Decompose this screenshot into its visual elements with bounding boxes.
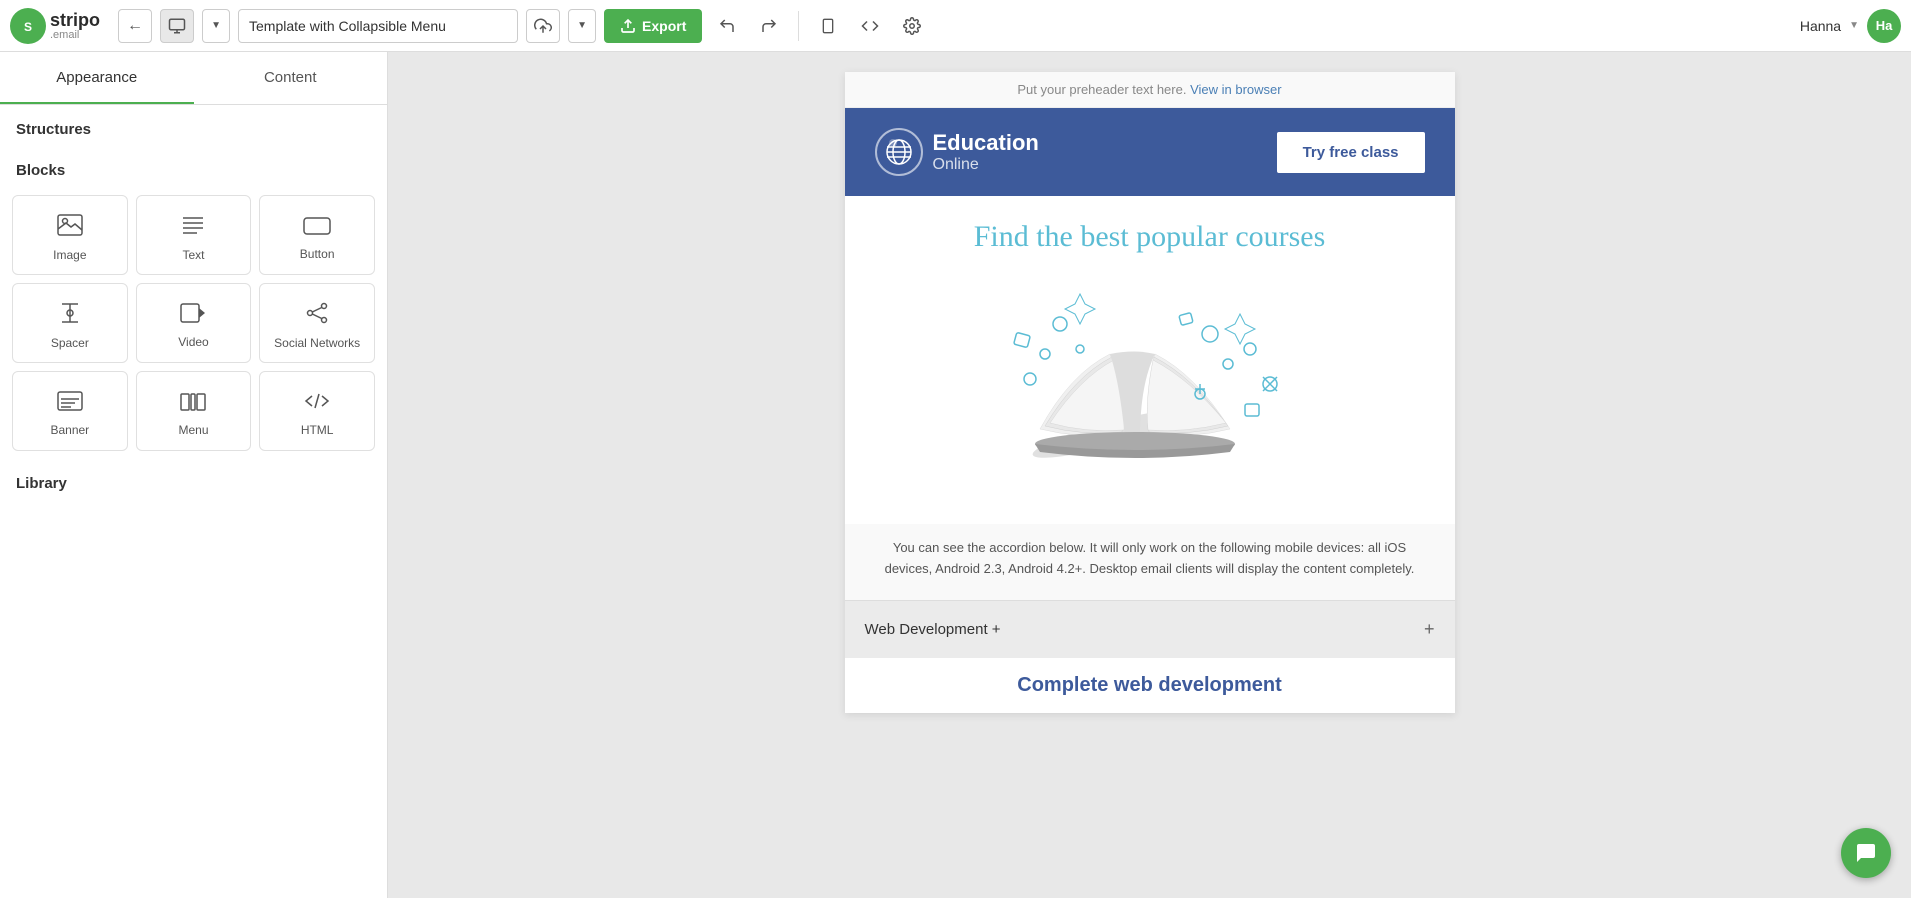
edu-subtitle: Online (933, 156, 1039, 174)
structures-title: Structures (0, 105, 387, 146)
email-header: Education Online Try free class (845, 108, 1455, 196)
canvas-area: Put your preheader text here. View in br… (388, 52, 1911, 898)
image-block-label: Image (53, 248, 86, 262)
book-svg (980, 274, 1320, 494)
undo-button[interactable] (710, 9, 744, 43)
spacer-block-icon (58, 302, 82, 330)
block-text[interactable]: Text (136, 195, 252, 275)
undo-icon (718, 17, 736, 35)
html-block-label: HTML (301, 423, 334, 437)
block-menu[interactable]: Menu (136, 371, 252, 451)
block-social[interactable]: Social Networks (259, 283, 375, 363)
complete-web-section: Complete web development (845, 658, 1455, 713)
export-icon (620, 18, 636, 34)
svg-text:S: S (24, 20, 32, 34)
accordion-description: You can see the accordion below. It will… (845, 524, 1455, 600)
code-view-button[interactable] (853, 9, 887, 43)
edu-logo: Education Online (875, 128, 1039, 176)
accordion-item-label: Web Development + (865, 621, 1001, 638)
blocks-grid: Image Text (0, 187, 387, 459)
banner-block-label: Banner (50, 423, 89, 437)
video-block-label: Video (178, 335, 208, 349)
user-menu[interactable]: Hanna ▼ Ha (1800, 9, 1901, 43)
try-free-button[interactable]: Try free class (1277, 132, 1425, 173)
video-block-icon (180, 303, 206, 329)
button-block-label: Button (300, 247, 335, 261)
settings-button[interactable] (895, 9, 929, 43)
back-button[interactable]: ← (118, 9, 152, 43)
main-layout: Appearance Content Structures Blocks Ima… (0, 52, 1911, 898)
preheader-text: Put your preheader text here. (1017, 82, 1186, 97)
edu-title: Education (933, 130, 1039, 156)
spacer-block-label: Spacer (51, 336, 89, 350)
view-in-browser-link[interactable]: View in browser (1190, 82, 1282, 97)
code-icon (861, 17, 879, 35)
chat-bubble-button[interactable] (1841, 828, 1891, 878)
button-block-icon (303, 215, 331, 241)
template-name-input[interactable] (238, 9, 518, 43)
book-illustration (865, 264, 1435, 514)
chat-icon (1854, 841, 1878, 865)
social-block-icon (305, 302, 329, 330)
redo-icon (760, 17, 778, 35)
logo-name: stripo (50, 11, 100, 29)
sidebar-tabs: Appearance Content (0, 52, 387, 105)
tab-content[interactable]: Content (194, 52, 388, 104)
export-label: Export (642, 18, 686, 34)
block-image[interactable]: Image (12, 195, 128, 275)
html-block-icon (304, 391, 330, 417)
block-banner[interactable]: Banner (12, 371, 128, 451)
preheader-bar: Put your preheader text here. View in br… (845, 72, 1455, 108)
tab-appearance[interactable]: Appearance (0, 52, 194, 104)
upload-dropdown-button[interactable]: ▼ (568, 9, 596, 43)
accordion-item[interactable]: Web Development + + (845, 600, 1455, 658)
upload-button[interactable] (526, 9, 560, 43)
block-video[interactable]: Video (136, 283, 252, 363)
menu-block-icon (180, 391, 206, 417)
view-dropdown-button[interactable]: ▼ (202, 9, 230, 43)
block-button[interactable]: Button (259, 195, 375, 275)
redo-button[interactable] (752, 9, 786, 43)
text-block-icon (181, 214, 205, 242)
desktop-view-button[interactable] (160, 9, 194, 43)
user-avatar: Ha (1867, 9, 1901, 43)
upload-icon (534, 17, 552, 35)
accordion-expand-icon: + (1424, 619, 1435, 640)
logo: S stripo .email (10, 8, 100, 44)
library-title: Library (0, 459, 387, 500)
image-block-icon (57, 214, 83, 242)
block-spacer[interactable]: Spacer (12, 283, 128, 363)
sidebar: Appearance Content Structures Blocks Ima… (0, 52, 388, 898)
block-html[interactable]: HTML (259, 371, 375, 451)
complete-web-title: Complete web development (865, 674, 1435, 697)
find-courses-section: Find the best popular courses (845, 196, 1455, 524)
gear-icon (903, 17, 921, 35)
mobile-view-button[interactable] (811, 9, 845, 43)
email-template: Put your preheader text here. View in br… (845, 72, 1455, 713)
edu-globe-icon (875, 128, 923, 176)
user-dropdown-arrow: ▼ (1849, 20, 1859, 31)
social-block-label: Social Networks (274, 336, 360, 350)
stripo-logo-icon: S (10, 8, 46, 44)
desktop-icon (168, 17, 186, 35)
logo-sub: .email (50, 29, 100, 41)
menu-block-label: Menu (178, 423, 208, 437)
find-courses-title: Find the best popular courses (865, 220, 1435, 254)
user-name: Hanna (1800, 18, 1841, 34)
blocks-title: Blocks (0, 146, 387, 187)
topbar: S stripo .email ← ▼ ▼ Export (0, 0, 1911, 52)
text-block-label: Text (182, 248, 204, 262)
export-button[interactable]: Export (604, 9, 702, 43)
banner-block-icon (57, 391, 83, 417)
mobile-icon (820, 17, 836, 35)
separator (798, 11, 799, 41)
